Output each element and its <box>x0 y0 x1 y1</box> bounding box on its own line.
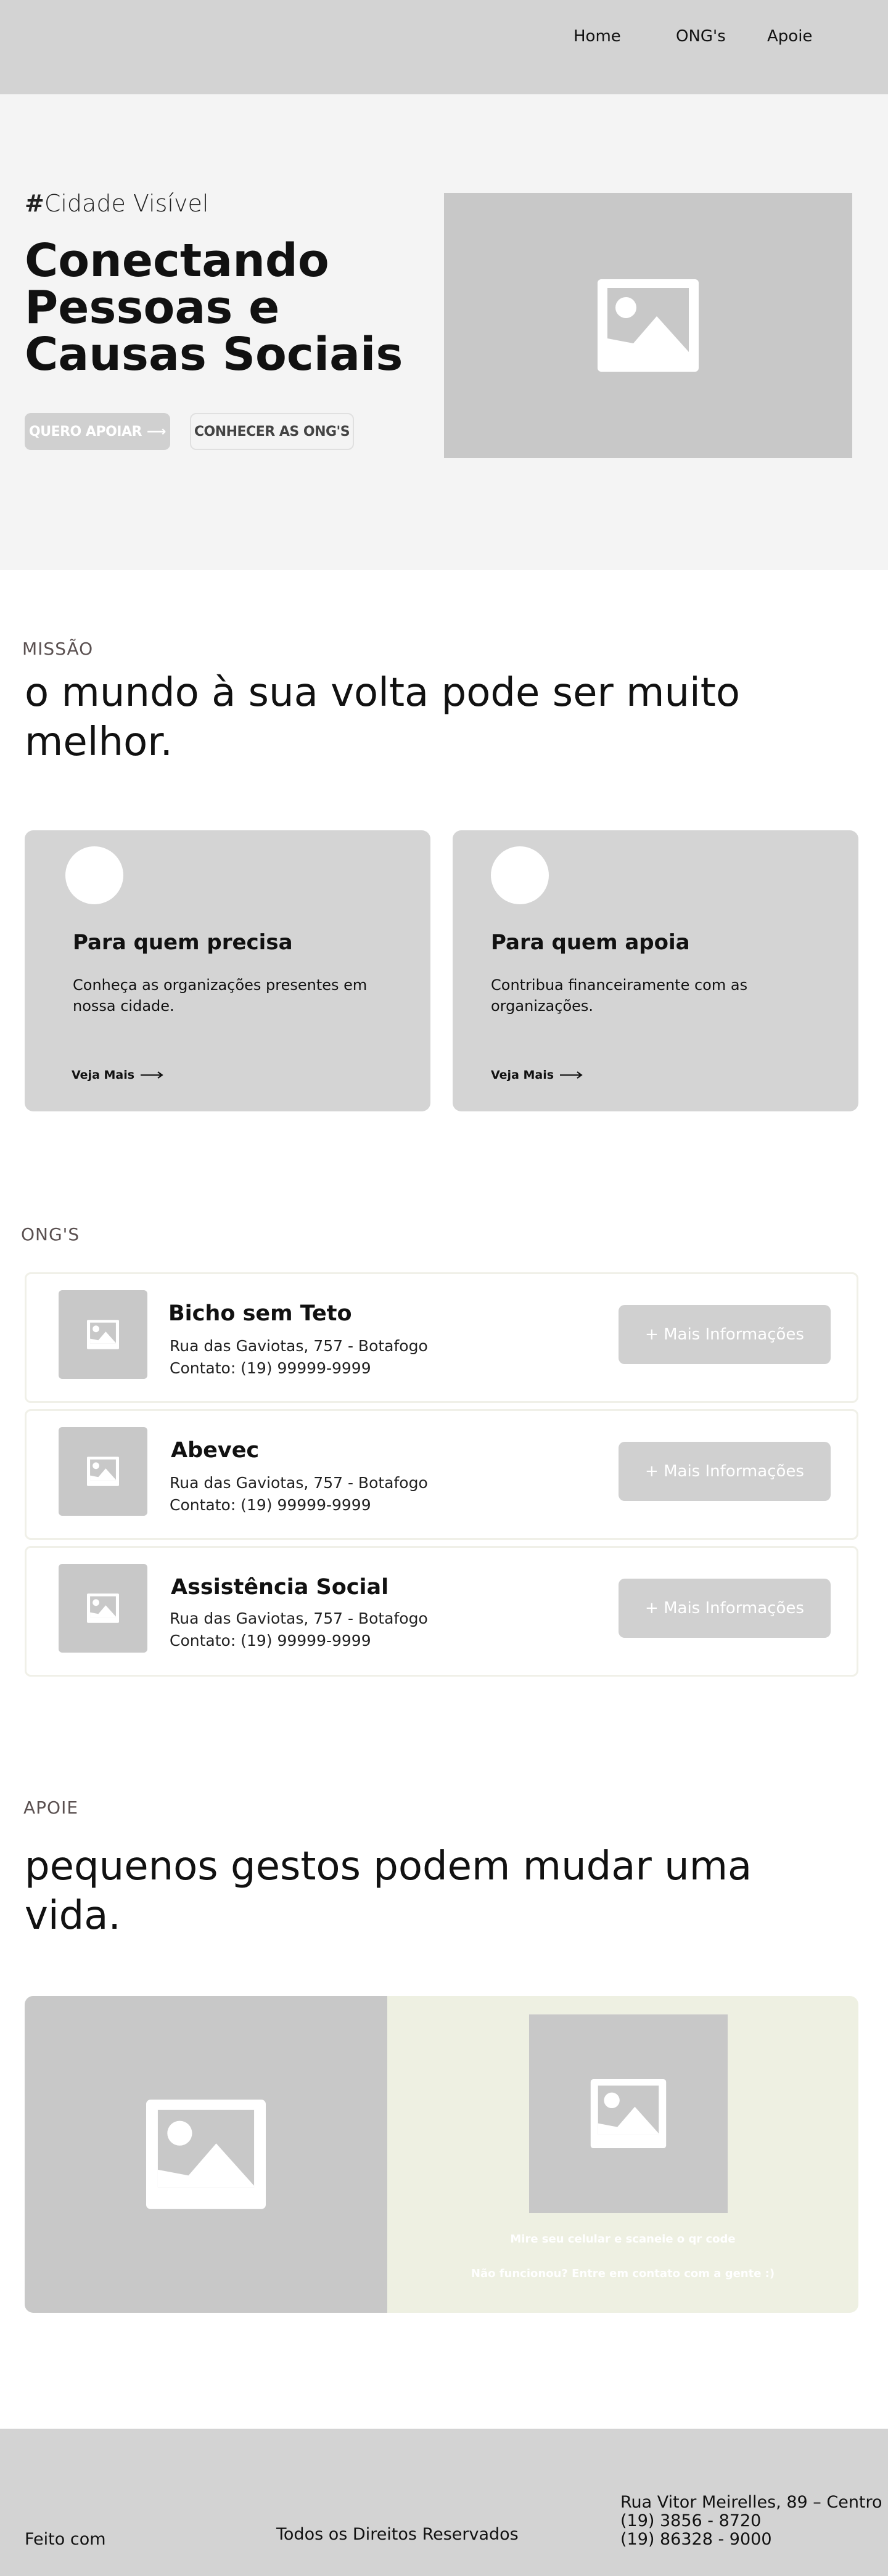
ong-address: Rua das Gaviotas, 757 - Botafogo <box>170 1337 428 1355</box>
apoie-image <box>25 1996 387 2313</box>
qr-instruction-text: Mire seu celular e scaneie o qr code <box>510 2233 736 2246</box>
card-para-quem-precisa: Para quem precisa Conheça as organizaçõe… <box>25 830 430 1111</box>
veja-mais-link[interactable]: Veja Mais <box>72 1068 164 1082</box>
image-placeholder-icon <box>146 2100 266 2209</box>
hero-hashtag: #Cidade Visível <box>25 190 209 217</box>
image-placeholder-icon <box>87 1320 119 1349</box>
veja-mais-link[interactable]: Veja Mais <box>491 1068 583 1082</box>
footer-phone-1: (19) 3856 - 8720 <box>620 2511 762 2530</box>
qr-code-image <box>529 2014 728 2213</box>
top-nav: Home ONG's Apoie <box>0 0 888 94</box>
apoie-label: APOIE <box>23 1797 79 1818</box>
ong-thumbnail <box>59 1564 147 1653</box>
copyright-text: Todos os Direitos Reservados <box>276 2525 519 2544</box>
veja-mais-label: Veja Mais <box>491 1068 554 1082</box>
ong-name: Bicho sem Teto <box>168 1301 352 1326</box>
ong-card: Abevec Rua das Gaviotas, 757 - Botafogo … <box>25 1409 858 1540</box>
card-para-quem-apoia: Para quem apoia Contribua financeirament… <box>453 830 858 1111</box>
card-title: Para quem precisa <box>73 930 293 955</box>
image-placeholder-icon <box>87 1593 119 1623</box>
feito-com-text: Feito com <box>25 2530 106 2549</box>
ong-name: Abevec <box>171 1438 260 1463</box>
conhecer-ongs-button[interactable]: CONHECER AS ONG'S <box>190 413 354 450</box>
hero-section: #Cidade Visível Conectando Pessoas e Cau… <box>0 94 888 570</box>
card-title: Para quem apoia <box>491 930 690 955</box>
ong-address: Rua das Gaviotas, 757 - Botafogo <box>170 1474 428 1492</box>
card-text: Contribua financeiramente com as organiz… <box>491 976 748 1015</box>
hero-title: Conectando Pessoas e Causas Sociais <box>25 234 403 381</box>
apoie-heading: pequenos gestos podem mudar uma vida. <box>25 1844 752 1939</box>
mais-informacoes-button[interactable]: + Mais Informações <box>619 1305 831 1364</box>
ong-card: Assistência Social Rua das Gaviotas, 757… <box>25 1546 858 1677</box>
apoie-panel: Mire seu celular e scaneie o qr code Não… <box>25 1996 858 2313</box>
quero-apoiar-label: QUERO APOIAR <box>29 423 142 440</box>
arrow-right-icon <box>141 1071 163 1079</box>
image-placeholder-icon <box>590 2079 667 2148</box>
contact-fallback-text: Não funcionou? Entre em contato com a ge… <box>471 2267 775 2280</box>
arrow-right-icon <box>560 1071 583 1079</box>
mais-informacoes-button[interactable]: + Mais Informações <box>619 1579 831 1638</box>
nav-apoie-link[interactable]: Apoie <box>767 27 812 46</box>
footer-phone-2: (19) 86328 - 9000 <box>620 2530 772 2549</box>
veja-mais-label: Veja Mais <box>72 1068 135 1082</box>
image-placeholder-icon <box>87 1457 119 1486</box>
ong-contact: Contato: (19) 99999-9999 <box>170 1632 371 1650</box>
ong-thumbnail <box>59 1427 147 1516</box>
image-placeholder-icon <box>598 279 699 372</box>
mais-informacoes-button[interactable]: + Mais Informações <box>619 1442 831 1501</box>
ong-contact: Contato: (19) 99999-9999 <box>170 1359 371 1377</box>
missao-heading: o mundo à sua volta pode ser muito melho… <box>25 670 741 765</box>
hero-image <box>444 193 852 458</box>
ong-card: Bicho sem Teto Rua das Gaviotas, 757 - B… <box>25 1272 858 1403</box>
arrow-right-icon: ⟶ <box>146 423 166 440</box>
footer: Feito com Todos os Direitos Reservados R… <box>0 2429 888 2576</box>
footer-address: Rua Vitor Meirelles, 89 – Centro <box>620 2493 882 2512</box>
card-circle-icon <box>491 846 549 904</box>
card-circle-icon <box>65 846 123 904</box>
card-text: Conheça as organizações presentes em nos… <box>73 976 368 1015</box>
missao-label: MISSÃO <box>22 639 94 659</box>
nav-home-link[interactable]: Home <box>574 27 621 46</box>
nav-ongs-link[interactable]: ONG's <box>676 27 726 46</box>
ong-address: Rua das Gaviotas, 757 - Botafogo <box>170 1609 428 1627</box>
ong-contact: Contato: (19) 99999-9999 <box>170 1496 371 1514</box>
ong-thumbnail <box>59 1290 147 1379</box>
ong-name: Assistência Social <box>171 1575 389 1600</box>
ongs-label: ONG'S <box>21 1224 80 1245</box>
quero-apoiar-button[interactable]: QUERO APOIAR ⟶ <box>25 413 170 450</box>
